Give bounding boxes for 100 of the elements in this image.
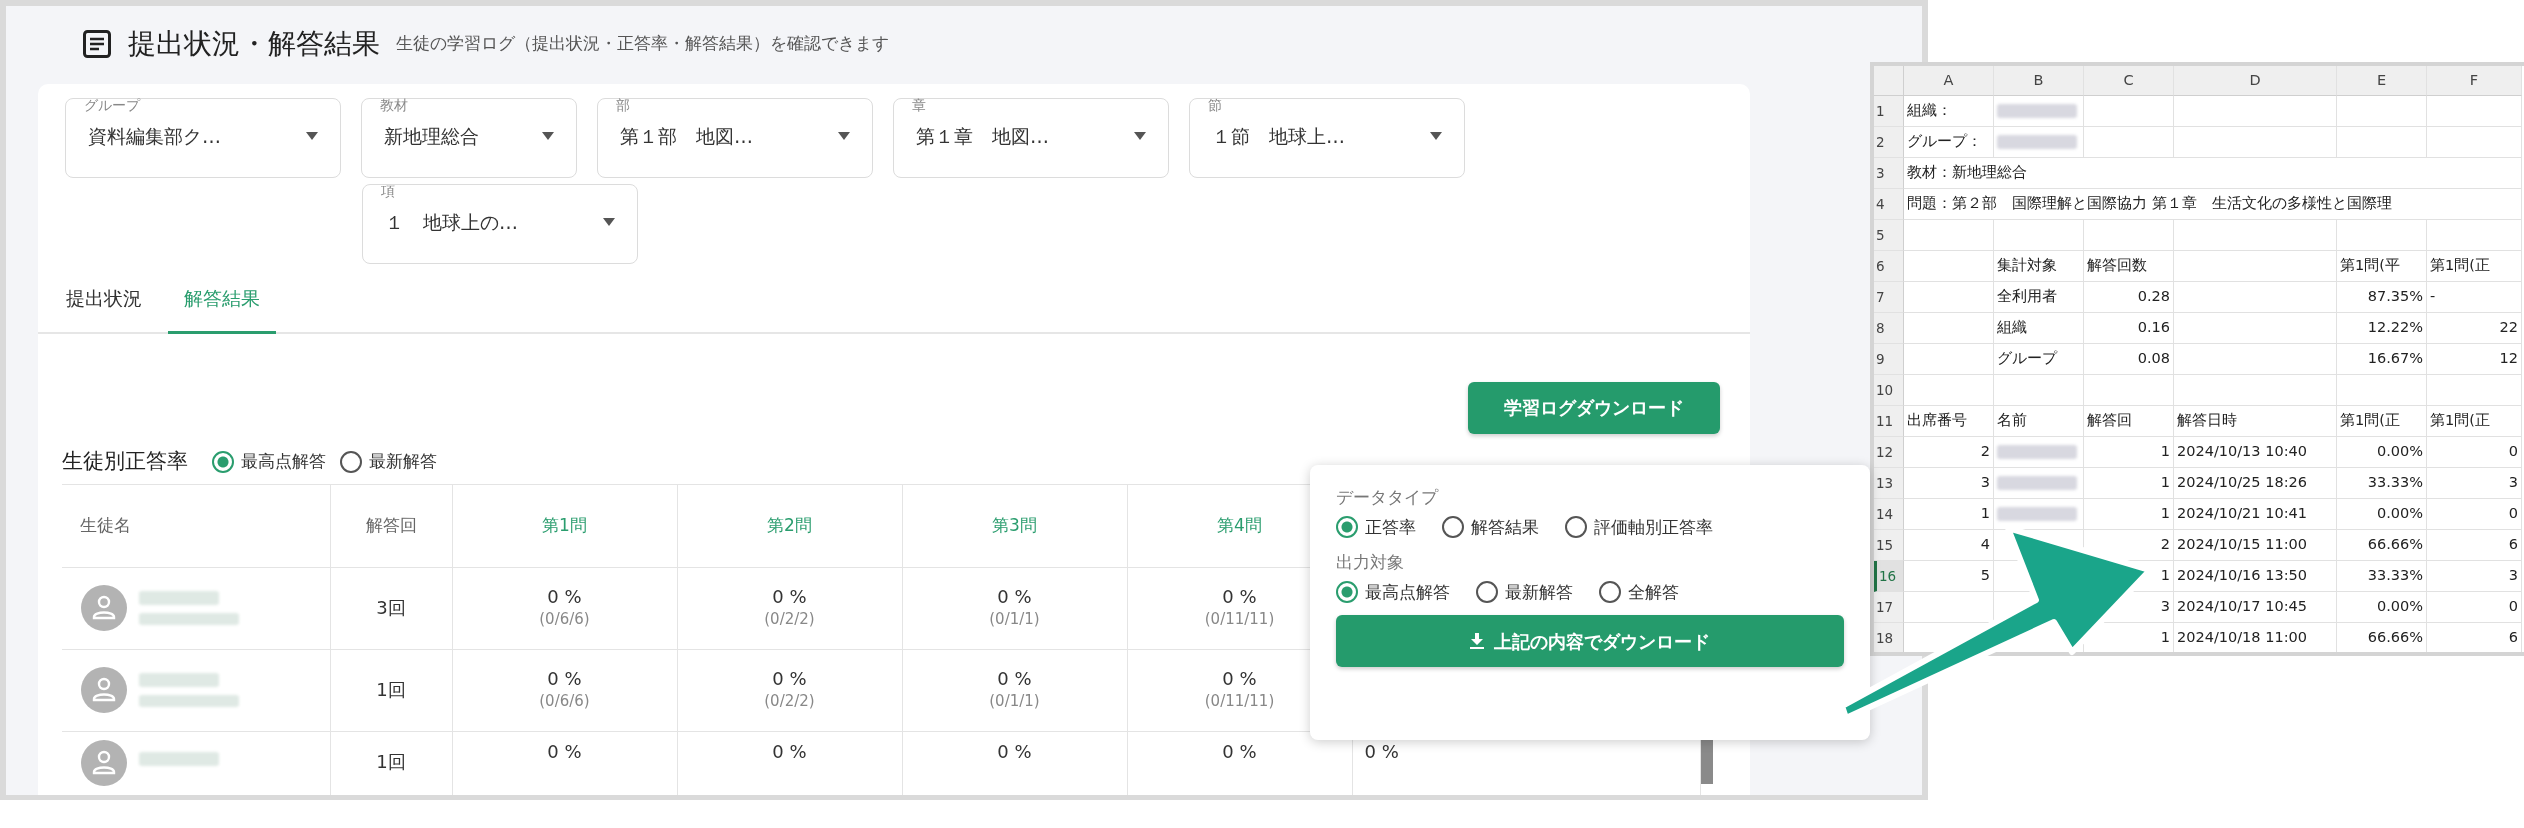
row-number[interactable]: 3	[1874, 158, 1904, 189]
row-number[interactable]: 11	[1874, 406, 1904, 437]
sheet-cell: グループ	[1994, 344, 2084, 375]
row-number[interactable]: 2	[1874, 127, 1904, 158]
dropdown-value: 資料編集部ク…	[88, 123, 221, 149]
column-header[interactable]: C	[2084, 66, 2174, 96]
radio-option[interactable]: 最高点解答	[1336, 579, 1450, 605]
radio-option[interactable]: 最新解答	[340, 448, 437, 475]
radio-button[interactable]	[1565, 516, 1587, 539]
dropdown[interactable]: 節 １節 地球上…	[1189, 98, 1465, 178]
tab[interactable]: 提出状況	[50, 266, 158, 334]
row-number[interactable]: 10	[1874, 375, 1904, 406]
document-icon	[82, 29, 112, 59]
row-number[interactable]: 13	[1874, 468, 1904, 499]
table-cell: 1回	[376, 678, 406, 700]
radio-option[interactable]: 評価軸別正答率	[1565, 514, 1713, 540]
table-cell: 1回	[376, 750, 406, 772]
table-cell: 0 % (0/6/6)	[539, 666, 590, 713]
radio-option[interactable]: 最高点解答	[212, 448, 326, 475]
row-number[interactable]: 9	[1874, 344, 1904, 375]
dropdown[interactable]: 章 第１章 地図…	[893, 98, 1169, 178]
radio-option[interactable]: 全解答	[1599, 579, 1679, 605]
download-icon	[1470, 633, 1484, 649]
sheet-cell: 組織	[1994, 313, 2084, 344]
tab[interactable]: 解答結果	[168, 266, 276, 334]
column-header: 第2問	[677, 484, 902, 567]
row-number[interactable]: 7	[1874, 282, 1904, 313]
sheet-cell: 33.33%	[2337, 468, 2427, 499]
radio-button[interactable]	[212, 450, 234, 473]
dropdown[interactable]: 部 第１部 地図…	[597, 98, 873, 178]
radio-option[interactable]: 解答結果	[1442, 514, 1539, 540]
row-number[interactable]: 12	[1874, 437, 1904, 468]
sheet-cell: 0.00%	[2337, 437, 2427, 468]
avatar-icon	[81, 667, 127, 713]
row-number[interactable]: 18	[1874, 623, 1904, 652]
dropdown-value: 第１章 地図…	[916, 123, 1049, 149]
table-cell: 0 %	[547, 740, 582, 762]
sheet-cell: 33.33%	[2337, 561, 2427, 592]
radio-button[interactable]	[1599, 581, 1621, 604]
table-cell: 0 % (0/1/1)	[989, 666, 1040, 713]
sheet-cell: 2024/10/21 10:41	[2174, 499, 2337, 530]
download-log-button[interactable]: 学習ログダウンロード	[1468, 381, 1720, 434]
table-cell: 0 %	[772, 740, 807, 762]
dropdown-value: 第１部 地図…	[620, 123, 753, 149]
sheet-cell: 3	[2427, 468, 2522, 499]
sheet-cell: 1	[2084, 437, 2174, 468]
table-cell: 0 % (0/6/6)	[539, 584, 590, 631]
sheet-cell: 87.35%	[2337, 282, 2427, 313]
sheet-cell: 解答回	[2084, 406, 2174, 437]
dropdown[interactable]: グループ 資料編集部ク…	[65, 98, 341, 178]
row-number[interactable]: 15	[1874, 530, 1904, 561]
row-number[interactable]: 17	[1874, 592, 1904, 623]
sheet-cell: 66.66%	[2337, 623, 2427, 652]
sheet-cell: 組織：	[1904, 96, 1994, 127]
sheet-cell: 1	[1904, 499, 1994, 530]
sheet-cell: 16.67%	[2337, 344, 2427, 375]
caret-icon	[542, 132, 554, 140]
page-title: 提出状況・解答結果	[128, 26, 380, 62]
row-number[interactable]: 8	[1874, 313, 1904, 344]
sheet-cell: 2024/10/18 11:00	[2174, 623, 2337, 652]
dropdown-value: 新地理総合	[384, 123, 479, 149]
radio-button[interactable]	[1336, 516, 1358, 539]
sheet-cell: 第1問(正	[2427, 251, 2522, 282]
sheet-cell: 集計対象	[1994, 251, 2084, 282]
dropdown[interactable]: 教材 新地理総合	[361, 98, 577, 178]
row-number[interactable]: 14	[1874, 499, 1904, 530]
sheet-cell: 0.08	[2084, 344, 2174, 375]
dropdown[interactable]: 項 １ 地球上の…	[362, 184, 638, 264]
caret-icon	[1134, 132, 1146, 140]
sheet-cell: 2024/10/17 10:45	[2174, 592, 2337, 623]
sheet-cell: 第1問(平	[2337, 251, 2427, 282]
column-header[interactable]: E	[2337, 66, 2427, 96]
sheet-cell: 2	[1904, 437, 1994, 468]
sheet-cell: グループ：	[1904, 127, 1994, 158]
sheet-cell: 3	[1904, 468, 1994, 499]
sheet-cell: 6	[2427, 530, 2522, 561]
table-cell: 0 % (0/2/2)	[764, 666, 815, 713]
sheet-cell: 12	[2427, 344, 2522, 375]
row-number[interactable]: 4	[1874, 189, 1904, 220]
row-number[interactable]: 5	[1874, 220, 1904, 251]
row-number[interactable]: 6	[1874, 251, 1904, 282]
sheet-cell: 0	[2427, 437, 2522, 468]
radio-button[interactable]	[1336, 581, 1358, 604]
column-header[interactable]: F	[2427, 66, 2522, 96]
row-number[interactable]: 16	[1874, 561, 1904, 592]
radio-button[interactable]	[1476, 581, 1498, 604]
dropdown-label: 項	[380, 183, 396, 200]
column-header[interactable]: D	[2174, 66, 2337, 96]
radio-button[interactable]	[340, 450, 362, 473]
section-title: 生徒別正答率	[62, 447, 188, 475]
radio-button[interactable]	[1442, 516, 1464, 539]
column-header[interactable]: B	[1994, 66, 2084, 96]
page-subtitle: 生徒の学習ログ（提出状況・正答率・解答結果）を確認できます	[396, 32, 889, 56]
sheet-cell: 0.16	[2084, 313, 2174, 344]
sheet-cell: 0.00%	[2337, 499, 2427, 530]
column-header[interactable]: A	[1904, 66, 1994, 96]
radio-option[interactable]: 最新解答	[1476, 579, 1573, 605]
table-cell: 0 %	[1222, 740, 1257, 762]
row-number[interactable]: 1	[1874, 96, 1904, 127]
download-button[interactable]: 上記の内容でダウンロード	[1336, 615, 1844, 667]
